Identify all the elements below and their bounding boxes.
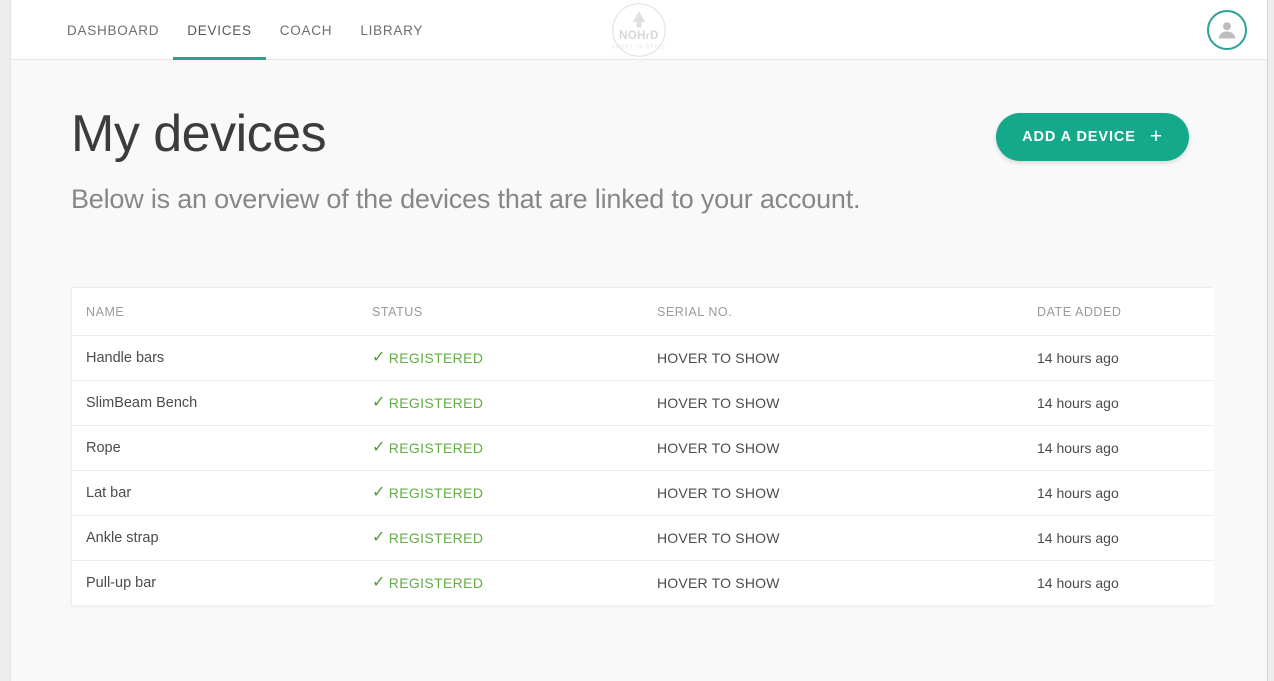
check-icon: ✓ (372, 440, 386, 456)
device-name-cell: Rope (72, 425, 372, 470)
page-subtitle: Below is an overview of the devices that… (71, 184, 1207, 215)
check-icon: ✓ (372, 575, 386, 591)
device-name-cell: Pull-up bar (72, 560, 372, 605)
main-nav: DASHBOARDDEVICESCOACHLIBRARY (53, 0, 437, 60)
device-serial-cell[interactable]: HOVER TO SHOW (657, 470, 1037, 515)
device-date-added-cell: 14 hours ago (1037, 560, 1214, 605)
table-header-row: NAME STATUS SERIAL NO. DATE ADDED (72, 288, 1214, 336)
devices-table-head: NAME STATUS SERIAL NO. DATE ADDED (72, 288, 1214, 336)
table-row[interactable]: Rope✓REGISTEREDHOVER TO SHOW14 hours ago (72, 425, 1214, 470)
device-serial-cell[interactable]: HOVER TO SHOW (657, 515, 1037, 560)
user-avatar-button[interactable] (1207, 10, 1247, 50)
page-header: My devices Below is an overview of the d… (71, 60, 1207, 215)
status-badge: ✓REGISTERED (372, 395, 657, 411)
column-header-serial: SERIAL NO. (657, 288, 1037, 336)
column-header-name: NAME (72, 288, 372, 336)
add-a-device-label: ADD A DEVICE (1022, 129, 1136, 145)
status-badge: ✓REGISTERED (372, 350, 657, 366)
check-icon: ✓ (372, 530, 386, 546)
app-window: DASHBOARDDEVICESCOACHLIBRARY NOHrD SPORT… (10, 0, 1268, 681)
table-row[interactable]: Lat bar✓REGISTEREDHOVER TO SHOW14 hours … (72, 470, 1214, 515)
device-name-cell: SlimBeam Bench (72, 380, 372, 425)
device-status-cell: ✓REGISTERED (372, 470, 657, 515)
plus-icon: + (1150, 126, 1163, 147)
devices-table-container: NAME STATUS SERIAL NO. DATE ADDED Handle… (71, 287, 1213, 606)
nav-item-library[interactable]: LIBRARY (346, 0, 437, 60)
status-label: REGISTERED (389, 530, 484, 546)
device-status-cell: ✓REGISTERED (372, 425, 657, 470)
device-date-added-cell: 14 hours ago (1037, 380, 1214, 425)
column-header-status: STATUS (372, 288, 657, 336)
add-a-device-button[interactable]: ADD A DEVICE + (996, 113, 1189, 161)
status-label: REGISTERED (389, 485, 484, 501)
user-avatar-icon (1215, 18, 1239, 42)
check-icon: ✓ (372, 395, 386, 411)
table-row[interactable]: SlimBeam Bench✓REGISTEREDHOVER TO SHOW14… (72, 380, 1214, 425)
device-date-added-cell: 14 hours ago (1037, 470, 1214, 515)
device-serial-cell[interactable]: HOVER TO SHOW (657, 380, 1037, 425)
device-status-cell: ✓REGISTERED (372, 560, 657, 605)
status-label: REGISTERED (389, 350, 484, 366)
device-date-added-cell: 14 hours ago (1037, 335, 1214, 380)
device-status-cell: ✓REGISTERED (372, 515, 657, 560)
device-serial-cell[interactable]: HOVER TO SHOW (657, 560, 1037, 605)
device-name-cell: Handle bars (72, 335, 372, 380)
device-name-cell: Ankle strap (72, 515, 372, 560)
nav-item-dashboard[interactable]: DASHBOARD (53, 0, 173, 60)
nav-item-devices[interactable]: DEVICES (173, 0, 266, 60)
device-date-added-cell: 14 hours ago (1037, 515, 1214, 560)
nav-item-coach[interactable]: COACH (266, 0, 347, 60)
nohrd-logo: NOHrD SPORT IN STYLE (601, 0, 677, 60)
table-row[interactable]: Pull-up bar✓REGISTEREDHOVER TO SHOW14 ho… (72, 560, 1214, 605)
status-badge: ✓REGISTERED (372, 530, 657, 546)
device-name-cell: Lat bar (72, 470, 372, 515)
devices-table: NAME STATUS SERIAL NO. DATE ADDED Handle… (72, 288, 1214, 605)
top-navigation-bar: DASHBOARDDEVICESCOACHLIBRARY NOHrD SPORT… (11, 0, 1267, 60)
check-icon: ✓ (372, 485, 386, 501)
svg-text:NOHrD: NOHrD (619, 30, 659, 42)
check-icon: ✓ (372, 350, 386, 366)
column-header-date: DATE ADDED (1037, 288, 1214, 336)
device-serial-cell[interactable]: HOVER TO SHOW (657, 425, 1037, 470)
status-badge: ✓REGISTERED (372, 440, 657, 456)
devices-table-body: Handle bars✓REGISTEREDHOVER TO SHOW14 ho… (72, 335, 1214, 605)
status-badge: ✓REGISTERED (372, 575, 657, 591)
table-row[interactable]: Ankle strap✓REGISTEREDHOVER TO SHOW14 ho… (72, 515, 1214, 560)
device-status-cell: ✓REGISTERED (372, 335, 657, 380)
device-status-cell: ✓REGISTERED (372, 380, 657, 425)
device-date-added-cell: 14 hours ago (1037, 425, 1214, 470)
status-label: REGISTERED (389, 395, 484, 411)
table-row[interactable]: Handle bars✓REGISTEREDHOVER TO SHOW14 ho… (72, 335, 1214, 380)
device-serial-cell[interactable]: HOVER TO SHOW (657, 335, 1037, 380)
status-badge: ✓REGISTERED (372, 485, 657, 501)
status-label: REGISTERED (389, 575, 484, 591)
page-content: My devices Below is an overview of the d… (11, 60, 1267, 606)
svg-text:SPORT IN STYLE: SPORT IN STYLE (612, 45, 667, 51)
status-label: REGISTERED (389, 440, 484, 456)
